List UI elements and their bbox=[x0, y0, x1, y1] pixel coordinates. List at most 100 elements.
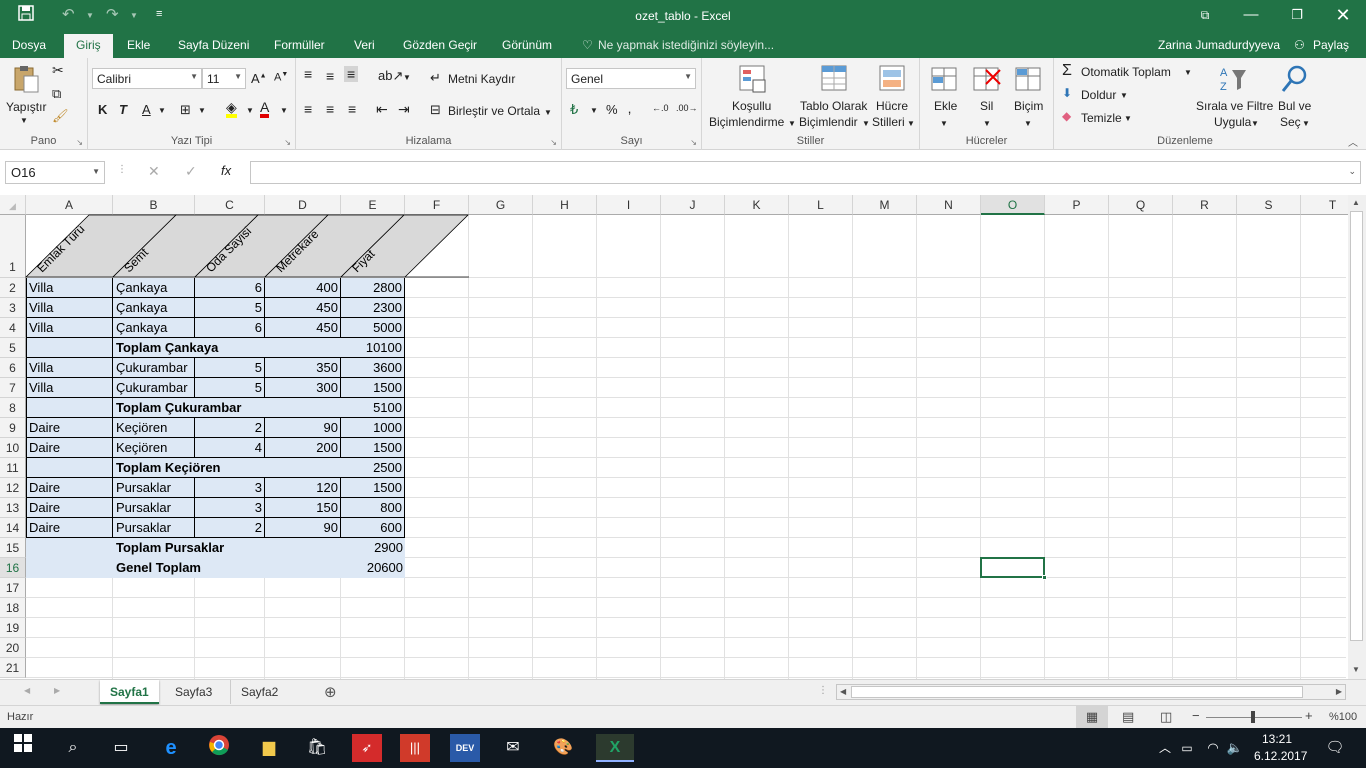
paint-icon[interactable]: 🎨 bbox=[548, 734, 578, 762]
scroll-right-icon[interactable]: ▶ bbox=[1336, 687, 1342, 696]
tab-sayfa-duzeni[interactable]: Sayfa Düzeni bbox=[178, 38, 249, 52]
cell-d6[interactable]: 350 bbox=[265, 358, 341, 378]
conditional-formatting-label-2[interactable]: Biçimlendirme bbox=[709, 115, 784, 129]
format-cells-icon[interactable] bbox=[1014, 64, 1044, 94]
cell-c8[interactable] bbox=[195, 398, 265, 418]
cell-a16[interactable] bbox=[26, 558, 113, 578]
task-view-icon[interactable]: ▭ bbox=[106, 734, 136, 762]
cell-d15[interactable] bbox=[265, 538, 341, 558]
cancel-icon[interactable]: ✕ bbox=[148, 163, 160, 180]
cell-d5[interactable] bbox=[265, 338, 341, 358]
zoom-out-icon[interactable]: − bbox=[1192, 708, 1200, 723]
insert-cells-button[interactable]: Ekle bbox=[934, 99, 957, 113]
find-select-label[interactable]: Bul ve bbox=[1278, 99, 1311, 113]
number-format-select[interactable]: Genel ▼ bbox=[566, 68, 696, 89]
align-bottom-icon[interactable]: ≡ bbox=[344, 66, 359, 82]
next-sheet-icon[interactable]: ▶ bbox=[54, 686, 60, 695]
paste-dropdown-icon[interactable]: ▼ bbox=[20, 116, 28, 125]
app-red-icon[interactable]: ➶ bbox=[352, 734, 382, 762]
format-as-table-label[interactable]: Tablo Olarak bbox=[800, 99, 867, 113]
cell-a2[interactable]: Villa bbox=[26, 278, 113, 298]
cell-c10[interactable]: 4 bbox=[195, 438, 265, 458]
cell-e14[interactable]: 600 bbox=[341, 518, 405, 538]
clear-button[interactable]: Temizle bbox=[1081, 111, 1122, 125]
row-header-21[interactable]: 21 bbox=[0, 658, 26, 678]
clock-date[interactable]: 6.12.2017 bbox=[1254, 749, 1307, 763]
selected-cell-o16[interactable] bbox=[980, 557, 1047, 580]
percent-button[interactable]: % bbox=[606, 102, 618, 117]
chevron-down-icon[interactable]: ▼ bbox=[788, 119, 796, 128]
sheet-tab-sayfa1[interactable]: Sayfa1 bbox=[100, 680, 159, 704]
format-painter-icon[interactable]: 🖌 bbox=[52, 108, 69, 124]
column-header-m[interactable]: M bbox=[853, 195, 917, 215]
cell-d2[interactable]: 400 bbox=[265, 278, 341, 298]
cell-c4[interactable]: 6 bbox=[195, 318, 265, 338]
cell-e3[interactable]: 2300 bbox=[341, 298, 405, 318]
sheet-tab-sayfa2[interactable]: Sayfa2 bbox=[230, 680, 288, 704]
chevron-down-icon[interactable]: ▼ bbox=[198, 106, 206, 115]
zoom-slider-thumb[interactable] bbox=[1251, 711, 1255, 723]
cut-icon[interactable]: ✂ bbox=[52, 62, 64, 79]
excel-taskbar-icon[interactable]: X bbox=[596, 734, 634, 762]
tell-me-box[interactable]: Ne yapmak istediğinizi söyleyin... bbox=[598, 38, 774, 52]
column-header-q[interactable]: Q bbox=[1109, 195, 1173, 215]
cell-c15[interactable] bbox=[195, 538, 265, 558]
cell-d13[interactable]: 150 bbox=[265, 498, 341, 518]
cell-e6[interactable]: 3600 bbox=[341, 358, 405, 378]
scroll-up-icon[interactable]: ▲ bbox=[1352, 198, 1360, 207]
cell-e2[interactable]: 2800 bbox=[341, 278, 405, 298]
insert-function-button[interactable]: fx bbox=[221, 163, 231, 178]
cell-e11[interactable]: 2500 bbox=[341, 458, 405, 478]
column-header-k[interactable]: K bbox=[725, 195, 789, 215]
cell-a5[interactable] bbox=[26, 338, 113, 358]
normal-view-icon[interactable]: ▦ bbox=[1076, 706, 1108, 728]
row-header-14[interactable]: 14 bbox=[0, 518, 26, 538]
cell-d9[interactable]: 90 bbox=[265, 418, 341, 438]
cell-c11[interactable] bbox=[195, 458, 265, 478]
chevron-down-icon[interactable]: ▼ bbox=[246, 106, 254, 115]
row-header-12[interactable]: 12 bbox=[0, 478, 26, 498]
cell-b10[interactable]: Keçiören bbox=[113, 438, 195, 458]
copy-icon[interactable]: ⧉ bbox=[52, 86, 61, 102]
cell-e13[interactable]: 800 bbox=[341, 498, 405, 518]
expand-formula-icon[interactable]: ⌄ bbox=[1348, 166, 1356, 177]
sort-filter-label-2[interactable]: Uygula bbox=[1214, 115, 1251, 129]
cell-d16[interactable] bbox=[265, 558, 341, 578]
format-as-table-label-2[interactable]: Biçimlendir bbox=[799, 115, 858, 129]
cell-styles-label[interactable]: Hücre bbox=[876, 99, 908, 113]
cell-a11[interactable] bbox=[26, 458, 113, 478]
vertical-scrollbar[interactable]: ▲ ▼ bbox=[1348, 195, 1366, 679]
restore-button[interactable]: ❐ bbox=[1274, 0, 1320, 32]
cell-b15[interactable]: Toplam Pursaklar bbox=[113, 538, 224, 558]
chevron-down-icon[interactable]: ▼ bbox=[92, 167, 100, 176]
store-icon[interactable]: 🛍 bbox=[302, 734, 332, 762]
tab-veri[interactable]: Veri bbox=[354, 38, 375, 52]
align-right-icon[interactable]: ≡ bbox=[348, 101, 356, 117]
column-header-s[interactable]: S bbox=[1237, 195, 1301, 215]
dialog-launcher-icon[interactable]: ↘ bbox=[690, 138, 697, 147]
row-header-17[interactable]: 17 bbox=[0, 578, 26, 598]
dialog-launcher-icon[interactable]: ↘ bbox=[550, 138, 557, 147]
row-header-7[interactable]: 7 bbox=[0, 378, 26, 398]
cell-a15[interactable] bbox=[26, 538, 113, 558]
align-left-icon[interactable]: ≡ bbox=[304, 101, 312, 117]
column-header-h[interactable]: H bbox=[533, 195, 597, 215]
cell-c2[interactable]: 6 bbox=[195, 278, 265, 298]
cell-e5[interactable]: 10100 bbox=[341, 338, 405, 358]
zoom-level[interactable]: %100 bbox=[1329, 711, 1357, 723]
cell-d7[interactable]: 300 bbox=[265, 378, 341, 398]
comma-button[interactable]: ‚ bbox=[628, 100, 631, 116]
cell-e12[interactable]: 1500 bbox=[341, 478, 405, 498]
borders-icon[interactable]: ⊞ bbox=[180, 102, 191, 118]
vertical-scroll-thumb[interactable] bbox=[1350, 211, 1363, 641]
increase-font-icon[interactable]: A▲ bbox=[251, 71, 267, 86]
font-name-select[interactable]: Calibri ▼ bbox=[92, 68, 202, 89]
row-header-5[interactable]: 5 bbox=[0, 338, 26, 358]
clock-time[interactable]: 13:21 bbox=[1262, 732, 1292, 746]
cell-e16[interactable]: 20600 bbox=[341, 558, 405, 578]
cell-b13[interactable]: Pursaklar bbox=[113, 498, 195, 518]
cell-a10[interactable]: Daire bbox=[26, 438, 113, 458]
column-header-f[interactable]: F bbox=[405, 195, 469, 215]
format-cells-button[interactable]: Biçim bbox=[1014, 99, 1043, 113]
row-header-11[interactable]: 11 bbox=[0, 458, 26, 478]
